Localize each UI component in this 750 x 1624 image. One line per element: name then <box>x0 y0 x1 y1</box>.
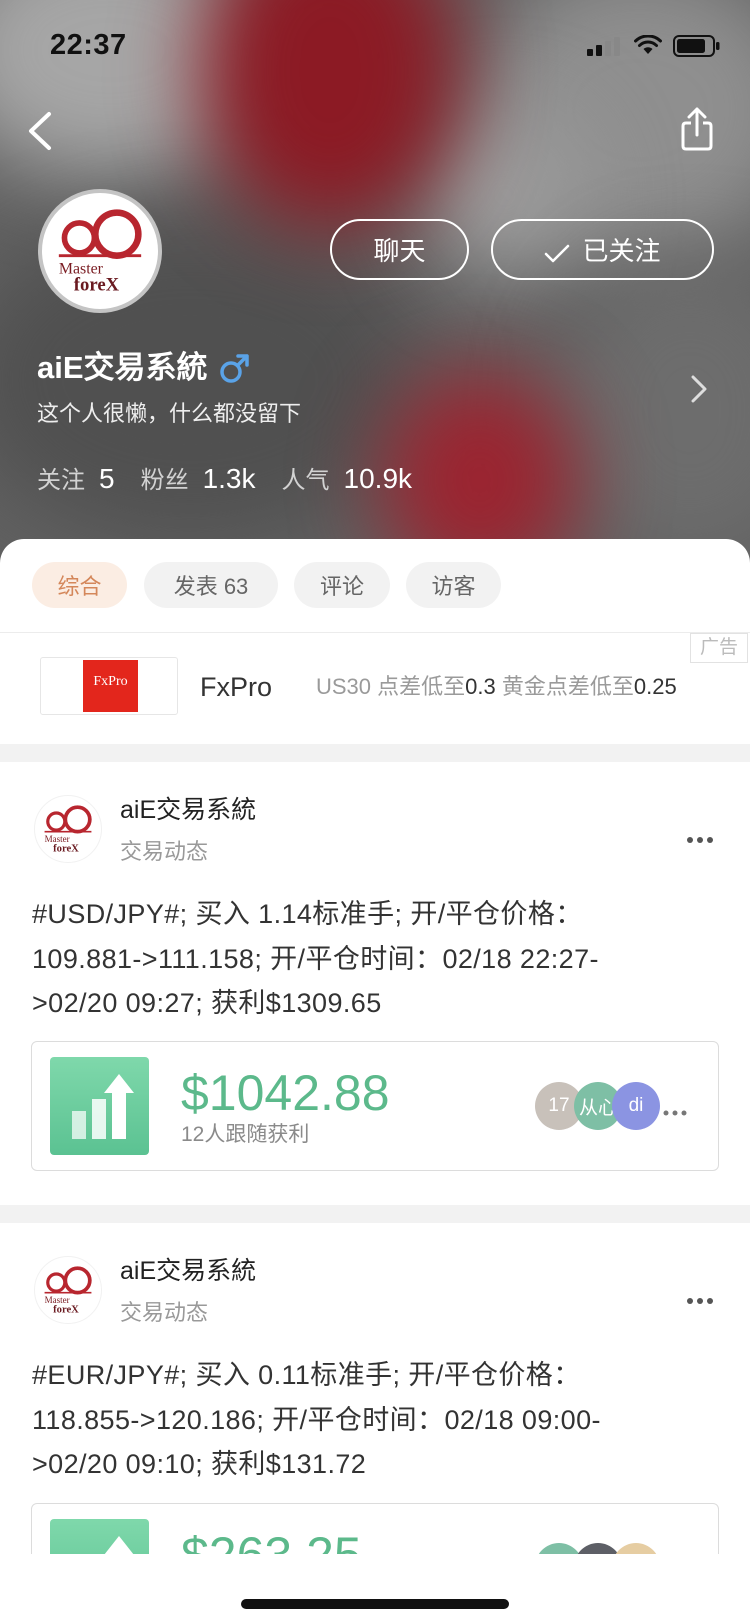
promo-segment: 黄金点差低至 <box>495 674 634 699</box>
bar-chart-up-icon <box>50 1057 149 1155</box>
divider <box>0 632 750 633</box>
profile-avatar[interactable]: Master foreX <box>38 189 162 313</box>
tab-overview[interactable]: 综合 <box>32 562 127 608</box>
back-chevron-icon[interactable] <box>27 110 53 152</box>
profile-bio: 这个人很懒，什么都没留下 <box>37 401 302 426</box>
male-icon <box>218 352 251 385</box>
profile-name-row: aiE交易系統 <box>37 347 251 389</box>
master-forex-logo: Master foreX <box>44 805 92 854</box>
logo-text: Master <box>45 834 70 844</box>
post-content[interactable]: #USD/JPY#; 买入 1.14标准手; 开/平仓价格： 109.881->… <box>32 892 599 1026</box>
tab-visitors[interactable]: 访客 <box>406 562 501 608</box>
ad-promo-text[interactable]: US30 点差低至0.3 黄金点差低至0.25 <box>316 674 677 700</box>
tab-label: 综合 <box>57 574 102 599</box>
tab-label: 评论 <box>319 574 364 599</box>
tab-label: 发表 63 <box>173 574 249 599</box>
check-icon <box>544 240 570 262</box>
stat-value: 1.3k <box>202 463 256 494</box>
stat-value: 5 <box>99 463 115 494</box>
promo-value: 0.3 <box>465 674 496 699</box>
profile-name: aiE交易系統 <box>37 350 208 385</box>
ad-label: 广告 <box>690 633 748 663</box>
post-type: 交易动态 <box>120 1300 209 1325</box>
logo-text: foreX <box>74 274 120 295</box>
logo-text: foreX <box>53 1304 79 1315</box>
bottom-safe-area <box>0 1554 750 1624</box>
signal-icon <box>587 36 623 56</box>
status-time: 22:37 <box>50 29 127 61</box>
stat-value: 10.9k <box>343 463 413 494</box>
section-separator <box>0 744 750 762</box>
ad-brand-name[interactable]: FxPro <box>200 672 272 702</box>
follower-avatar-label: 17 <box>548 1095 570 1116</box>
post-content[interactable]: #EUR/JPY#; 买入 0.11标准手; 开/平仓价格： 118.855->… <box>32 1353 601 1487</box>
wifi-icon <box>634 34 662 56</box>
master-forex-logo: Master foreX <box>44 1266 92 1315</box>
section-separator <box>0 1205 750 1223</box>
post-content-line: #USD/JPY#; 买入 1.14标准手; 开/平仓价格： <box>32 899 583 929</box>
chevron-right-icon[interactable] <box>690 374 708 404</box>
more-dots-icon[interactable] <box>686 1292 714 1304</box>
status-bar: 22:37 <box>0 0 750 88</box>
follow-button-label: 已关注 <box>582 236 661 266</box>
post-content-line: #EUR/JPY#; 买入 0.11标准手; 开/平仓价格： <box>32 1360 581 1390</box>
logo-text: Master <box>45 1295 70 1305</box>
more-dots-icon[interactable] <box>686 831 714 843</box>
fxpro-logo[interactable]: FxPro <box>83 660 138 712</box>
follower-avatar[interactable]: di <box>612 1082 660 1130</box>
follower-avatar-label: di <box>628 1095 644 1116</box>
master-forex-logo: Master foreX <box>59 209 142 295</box>
post-author-name[interactable]: aiE交易系統 <box>120 1256 256 1286</box>
home-indicator[interactable] <box>241 1599 509 1609</box>
post-author-avatar[interactable]: Master foreX <box>34 1256 102 1324</box>
post-content-line: >02/20 09:10; 获利$131.72 <box>32 1449 367 1479</box>
stat-popularity: 人气 10.9k <box>282 460 413 495</box>
post-author-name[interactable]: aiE交易系統 <box>120 795 256 825</box>
profile-stats: 关注 5 粉丝 1.3k 人气 10.9k <box>37 460 438 500</box>
promo-value: 0.25 <box>633 674 677 699</box>
chat-button[interactable]: 聊天 <box>330 219 469 280</box>
trade-followers-count: 12人跟随获利 <box>181 1123 310 1146</box>
promo-segment: US30 点差低至 <box>316 674 466 699</box>
tab-comments[interactable]: 评论 <box>294 562 390 608</box>
stat-label: 粉丝 <box>140 467 189 494</box>
chat-button-label: 聊天 <box>373 236 426 266</box>
stat-label: 人气 <box>281 467 330 494</box>
tab-label: 访客 <box>431 574 476 599</box>
more-followers-icon[interactable] <box>663 1103 687 1116</box>
background-blur-shape <box>560 260 750 560</box>
trade-profit-amount: $1042.88 <box>181 1065 390 1121</box>
post-content-line: 109.881->111.158; 开/平仓时间：02/18 22:27- <box>32 943 599 974</box>
follow-button[interactable]: 已关注 <box>491 219 714 280</box>
logo-text: foreX <box>53 843 79 854</box>
post-type: 交易动态 <box>120 839 209 864</box>
stat-following[interactable]: 关注 5 <box>37 460 115 495</box>
stat-label: 关注 <box>37 467 85 494</box>
tab-posts[interactable]: 发表 63 <box>144 562 278 608</box>
share-icon[interactable] <box>680 106 714 152</box>
post-content-line: 118.855->120.186; 开/平仓时间：02/18 09:00- <box>32 1404 601 1435</box>
post-author-avatar[interactable]: Master foreX <box>34 795 102 863</box>
stat-fans[interactable]: 粉丝 1.3k <box>141 460 256 495</box>
post-content-line: >02/20 09:27; 获利$1309.65 <box>32 988 382 1018</box>
battery-icon <box>673 35 721 57</box>
logo-text: FxPro <box>93 674 128 689</box>
